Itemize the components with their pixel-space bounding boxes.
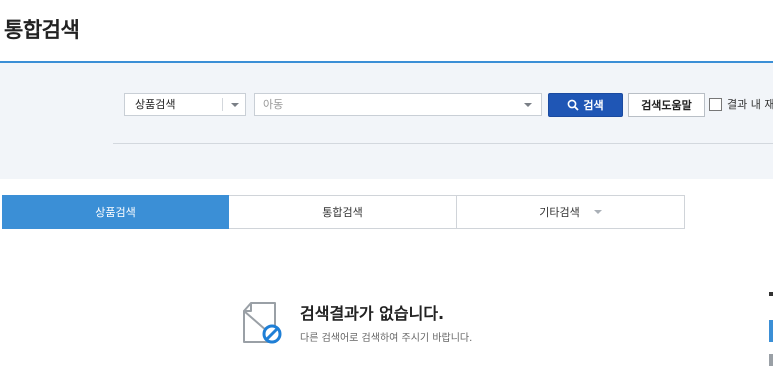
tab-integrated-search[interactable]: 통합검색 [229,195,457,229]
search-within-results[interactable]: 결과 내 재검 [709,95,773,113]
checkbox-icon[interactable] [709,97,722,111]
select-divider [222,98,223,111]
tab-label: 상품검색 [95,206,136,219]
empty-state-subtitle: 다른 검색어로 검색하여 주시기 바랍니다. [300,333,473,344]
keyword-input[interactable]: 아동 [254,93,542,116]
no-results-icon [243,302,282,344]
chevron-down-icon [593,210,602,214]
empty-state-title: 검색결과가 없습니다. [300,304,445,323]
page-title: 통합검색 [4,18,80,42]
tab-product-search[interactable]: 상품검색 [2,195,229,229]
side-bar-accent [769,320,773,342]
side-marker [769,292,773,296]
panel-divider [113,143,773,144]
category-select-value: 상품검색 [135,98,176,111]
chevron-down-icon[interactable] [524,103,532,107]
search-tabs: 상품검색 통합검색 기타검색 [2,195,685,229]
tab-label: 통합검색 [322,206,363,219]
search-button-label: 검색 [583,99,604,112]
search-help-button[interactable]: 검색도움말 [628,93,705,117]
category-select[interactable]: 상품검색 [124,93,246,116]
tab-label: 기타검색 [539,206,580,219]
keyword-input-value: 아동 [263,98,284,111]
search-help-button-label: 검색도움말 [641,99,692,112]
side-bar-gray [769,354,773,366]
chevron-down-icon [231,103,239,107]
search-icon [567,99,580,111]
tab-other-search[interactable]: 기타검색 [457,195,685,229]
search-panel: 상품검색 아동 검색 검색도움말 결과 내 재검 [0,61,773,179]
search-within-results-label: 결과 내 재검 [727,98,773,111]
search-button[interactable]: 검색 [548,93,623,117]
